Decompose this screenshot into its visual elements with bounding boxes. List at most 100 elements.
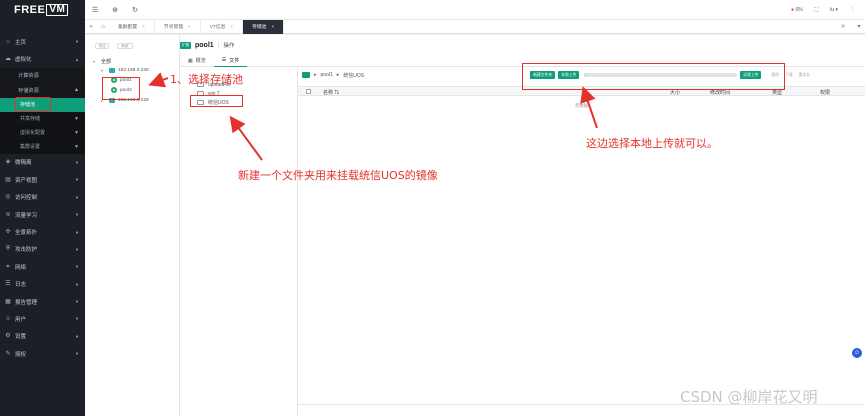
tab-label: VT信息 xyxy=(209,25,226,30)
sidebar-storage-item[interactable]: 虚拟化配置 ▼ xyxy=(0,125,85,140)
chevron-icon[interactable]: ▾ xyxy=(101,68,106,73)
refresh-button[interactable]: 刷新 xyxy=(117,43,133,49)
sidebar-item-user[interactable]: ☺ 用户 ▼ xyxy=(0,310,85,327)
network-icon: ⌗ xyxy=(6,263,10,270)
add-button[interactable]: 添加 xyxy=(95,43,109,49)
storage-tree-panel: 添加 刷新 ▾ 全部 ▾ 192.168.3.230 pool1 pool2 ▸ 192.1… xyxy=(85,35,180,416)
pool-detail: 扩展 pool1 | 操作 ▦ 概览 ☰ 文件 uploadFile win 7 统信U… xyxy=(180,35,865,416)
subitem-label: 集群设置 xyxy=(20,144,41,151)
chevron-down-icon: ▼ xyxy=(75,281,79,287)
tab-label: 节点管理 xyxy=(163,25,184,30)
tab-0[interactable]: 集群配置 × xyxy=(109,19,155,34)
tabs-more-icon[interactable]: ▾ xyxy=(853,23,865,30)
tabs-back-icon[interactable]: « xyxy=(85,24,97,30)
refresh-icon[interactable]: ↻ xyxy=(125,6,145,14)
help-float-icon[interactable]: ☺ xyxy=(852,348,862,358)
col-name[interactable]: 名称 ⇅ xyxy=(323,89,339,96)
sidebar-item-protect[interactable]: ⛨ 攻击防护 ▼ xyxy=(0,241,85,258)
breadcrumb-pool[interactable]: pool1 xyxy=(321,72,333,78)
sidebar-item-label: 日志 xyxy=(15,282,27,289)
sidebar-item-lock[interactable]: ◎ 访问控制 ▼ xyxy=(0,189,85,206)
folder-icon xyxy=(302,72,310,78)
sidebar-item-label: 资产视图 xyxy=(15,177,38,184)
sidebar-item-flow[interactable]: ≋ 流量学习 ▼ xyxy=(0,206,85,223)
tab-overview[interactable]: ▦ 概览 xyxy=(180,55,214,67)
sidebar-item-gear[interactable]: ⚙ 设置 ▼ xyxy=(0,328,85,345)
close-icon[interactable]: × xyxy=(230,24,233,29)
tab-list: 集群配置 × 节点管理 × VT信息 × 存储池 × xyxy=(109,19,285,34)
tab-label: 集群配置 xyxy=(118,25,138,30)
chevron-down-icon: ▼ xyxy=(75,351,79,357)
chevron-up-icon: ▲ xyxy=(75,56,79,62)
subitem-label: 共享存储 xyxy=(20,116,41,123)
notification-badge[interactable]: ● 0% xyxy=(791,7,803,13)
tabs-forward-icon[interactable]: » xyxy=(841,23,845,30)
select-all-checkbox[interactable] xyxy=(306,89,311,94)
asset-icon: ▤ xyxy=(5,176,11,183)
sidebar-item-shield[interactable]: ◈ 微隔离 ▼ xyxy=(0,154,85,171)
sidebar-storage-item[interactable]: 集群设置 ▼ xyxy=(0,139,85,154)
user-menu[interactable]: lu ▾ xyxy=(830,7,838,13)
menu-toggle-icon[interactable]: ☰ xyxy=(85,6,105,14)
close-icon[interactable]: × xyxy=(188,24,191,29)
annotation-new-folder: 新建一个文件夹用来挂载统信UOS的镜像 xyxy=(238,169,438,182)
sidebar-item-home[interactable]: ⌂ 主页 ▼ xyxy=(0,33,85,50)
sidebar-item-license[interactable]: ✎ 授权 ▼ xyxy=(0,345,85,362)
sidebar-item-label: 流量学习 xyxy=(15,212,38,219)
col-size[interactable]: 大小 xyxy=(670,89,680,96)
rename-action[interactable]: 重命名 xyxy=(799,73,810,78)
cloud-icon: ☁ xyxy=(5,56,11,63)
watermark: CSDN @柳岸花又明 xyxy=(680,388,818,406)
home-tab-icon[interactable]: ⌂ xyxy=(97,24,109,30)
sidebar-subitem[interactable]: 存储资源 ▲ xyxy=(0,82,85,98)
download-action[interactable]: 下载 xyxy=(785,73,793,78)
pool-ops-menu[interactable]: 操作 xyxy=(223,41,234,49)
sidebar: FREE VM ⌂ 主页 ▼ ☁ 虚拟化 ▲ 计算资源 存储资源 ▲ 存储池 共享存储 ▼ 虚拟化配置 ▼ 集… xyxy=(0,0,85,416)
col-modified[interactable]: 修改时间 xyxy=(710,89,730,96)
sidebar-item-asset[interactable]: ▤ 资产视图 ▼ xyxy=(0,171,85,188)
report-icon: ▦ xyxy=(5,298,11,305)
more-icon[interactable]: ⋮ xyxy=(850,7,855,13)
pool-header: 扩展 pool1 | 操作 xyxy=(180,41,235,49)
tab-1[interactable]: 节点管理 × xyxy=(155,19,201,34)
sidebar-item-report[interactable]: ▦ 报告管理 ▼ xyxy=(0,293,85,310)
chevron-down-icon: ▼ xyxy=(74,115,79,122)
tree-host[interactable]: ▾ 192.168.3.230 xyxy=(85,65,179,75)
col-permission[interactable]: 权限 xyxy=(820,89,830,96)
content: 添加 刷新 ▾ 全部 ▾ 192.168.3.230 pool1 pool2 ▸ 192.1… xyxy=(85,35,865,416)
sidebar-menu: ⌂ 主页 ▼ ☁ 虚拟化 ▲ 计算资源 存储资源 ▲ 存储池 共享存储 ▼ 虚拟化配置 ▼ 集群设置 ▼ ◈ 微隔… xyxy=(0,33,85,362)
chevron-down-icon: ▼ xyxy=(75,39,79,45)
fullscreen-icon[interactable]: ⛶ xyxy=(815,7,819,13)
flow-icon: ≋ xyxy=(5,211,11,218)
sidebar-item-label: 攻击防护 xyxy=(15,247,38,254)
sidebar-item-label: 全景拓扑 xyxy=(15,230,38,237)
col-type[interactable]: 类型 xyxy=(772,89,782,96)
license-icon: ✎ xyxy=(5,350,11,357)
top-bar: ☰ ⊕ ↻ ● 0% ⛶ lu ▾ ⋮ xyxy=(85,0,865,20)
chevron-down-icon: ▼ xyxy=(75,159,79,165)
sidebar-subitem[interactable]: 计算资源 xyxy=(0,67,85,83)
highlight-uos-folder xyxy=(190,95,243,107)
tab-bar: « ⌂ 集群配置 × 节点管理 × VT信息 × 存储池 × » ▾ xyxy=(85,19,865,34)
sidebar-item-topology[interactable]: ✣ 全景拓扑 ▼ xyxy=(0,223,85,240)
topology-icon: ✣ xyxy=(5,229,11,236)
sidebar-item-cloud[interactable]: ☁ 虚拟化 ▲ xyxy=(0,50,85,67)
tab-3[interactable]: 存储池 × xyxy=(243,19,285,34)
breadcrumb-folder[interactable]: 统信UOS xyxy=(343,72,364,79)
close-icon[interactable]: × xyxy=(271,24,274,29)
sidebar-item-network[interactable]: ⌗ 网络 ▼ xyxy=(0,258,85,275)
folder-panel: uploadFile win 7 统信UOS xyxy=(180,68,298,416)
close-icon[interactable]: × xyxy=(142,24,145,29)
sidebar-item-log[interactable]: ☰ 日志 ▼ xyxy=(0,276,85,293)
sidebar-storage-item[interactable]: 共享存储 ▼ xyxy=(0,111,85,126)
expand-tag[interactable]: 扩展 xyxy=(180,41,191,49)
tab-files[interactable]: ☰ 文件 xyxy=(213,55,248,67)
annotation-select-pool: 1、选择存储池 xyxy=(170,73,243,86)
app-root: FREE VM ⌂ 主页 ▼ ☁ 虚拟化 ▲ 计算资源 存储资源 ▲ 存储池 共享存储 ▼ 虚拟化配置 ▼ 集… xyxy=(0,0,865,416)
home-icon: ⌂ xyxy=(6,38,10,45)
tree-root[interactable]: ▾ 全部 xyxy=(85,58,179,65)
globe-icon[interactable]: ⊕ xyxy=(105,6,125,14)
host-label: 192.168.3.230 xyxy=(118,67,149,73)
tab-2[interactable]: VT信息 × xyxy=(201,19,244,34)
chevron-down-icon: ▼ xyxy=(75,246,79,252)
